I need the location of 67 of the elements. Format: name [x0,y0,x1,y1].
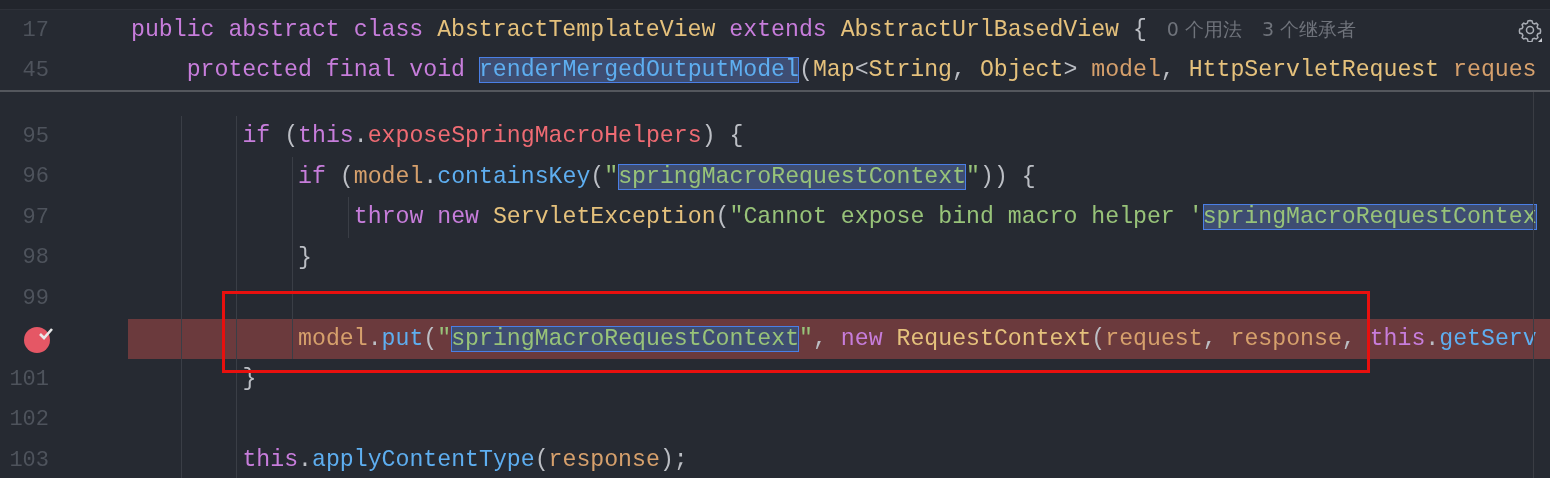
keyword: this [298,123,354,150]
code-text: . [367,325,382,352]
usage-hint[interactable]: 3 个继承者 [1261,17,1357,43]
code-text: ( [1091,325,1106,352]
string-literal: " [604,163,619,190]
keyword: new [840,325,884,352]
field-name: exposeSpringMacroHelpers [367,123,702,150]
code-text: , [1160,57,1176,83]
code-text: ); [659,447,688,474]
code-text: ( [534,447,549,474]
code-text: ) { [701,123,744,150]
method-name: getServ [1439,325,1537,352]
class-name: HttpServletRequest [1188,57,1441,83]
code-text: { [1132,17,1147,43]
method-name: containsKey [437,163,591,190]
string-literal: "Cannot expose bind macro helper ' [729,204,1203,231]
keyword: protected final void [186,57,466,83]
keyword: throw new [353,204,481,231]
code-text: . [1425,325,1440,352]
code-text: ( [590,163,605,190]
code-text: . [298,447,312,474]
code-text: ( [715,204,730,231]
highlighted-occurrence: renderMergedOutputModel [478,57,799,83]
keyword: public abstract class [131,17,425,43]
keyword: this [242,447,299,474]
usage-hint[interactable]: 0 个用法 [1166,17,1242,43]
code-text: > [1063,57,1079,83]
class-name: ServletException [492,204,716,231]
code-text: )) { [979,163,1036,190]
class-name: AbstractUrlBasedView [840,17,1120,43]
keyword: if [242,123,272,150]
method-name: applyContentType [312,447,535,474]
code-text: , [813,325,828,352]
string-literal: " [966,163,980,190]
code-text: , [1202,325,1218,352]
parameter-name: model [1091,57,1161,83]
class-name: Map [812,57,855,83]
class-name: RequestContext [896,325,1092,352]
string-literal: " [799,325,813,352]
highlighted-occurrence: springMacroRequestContex [1202,204,1537,231]
settings-icon[interactable] [1518,18,1542,42]
parameter-name: model [298,325,368,352]
code-text: , [952,57,967,83]
parameter-name: model [353,163,424,190]
parameter-name: request [1105,325,1203,352]
highlighted-occurrence: springMacroRequestContext [451,325,800,352]
code-text: , [1341,325,1357,352]
keyword: this [1369,325,1426,352]
string-literal: " [437,325,452,352]
code-text: ( [339,163,354,190]
code-text: < [854,57,869,83]
class-name: Object [979,57,1064,83]
parameter-name: response [548,447,660,474]
code-text: . [353,123,368,150]
code-text: ( [284,123,299,150]
parameter-name: response [1230,325,1342,352]
code-text: ( [423,325,438,352]
keyword: if [298,163,327,190]
keyword: extends [729,17,828,43]
code-text: ( [798,57,813,83]
parameter-name: reques [1453,57,1537,83]
code-text: } [298,244,312,271]
class-name: AbstractTemplateView [437,17,717,43]
class-name: String [868,57,953,83]
method-name: put [381,325,424,352]
code-text: . [423,163,438,190]
highlighted-occurrence: springMacroRequestContext [618,163,967,190]
